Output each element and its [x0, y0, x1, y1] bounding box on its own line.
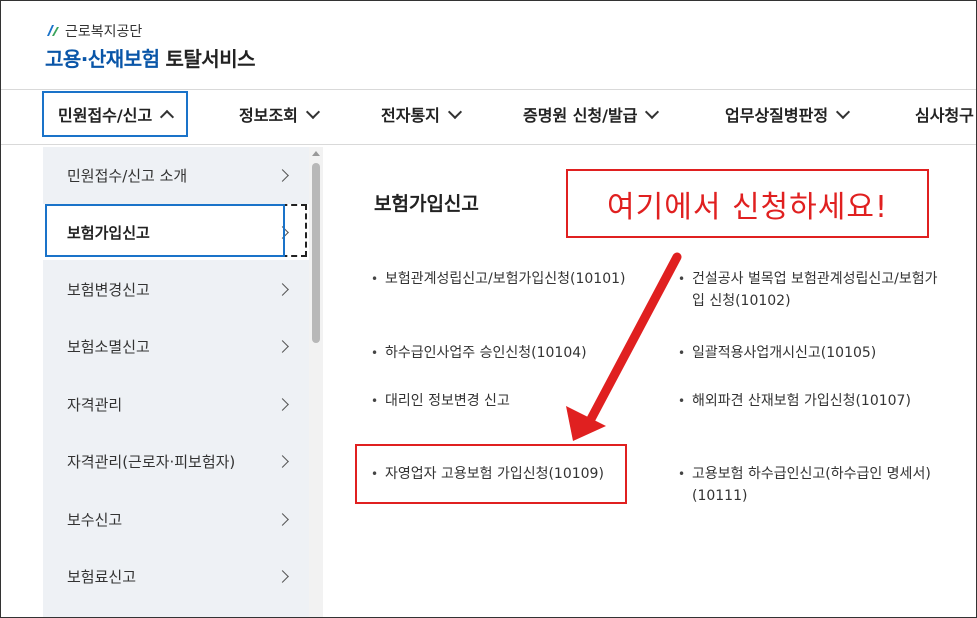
service-tail: 토탈서비스 — [165, 47, 256, 71]
sidebar-item-wage-report[interactable]: 보수신고 — [43, 491, 309, 547]
sidebar-item-label: 보험변경신고 — [67, 280, 150, 299]
link-label: 건설공사 벌목업 보험관계성립신고/보험가 — [692, 271, 938, 287]
nav-item-label: 전자통지 — [381, 106, 440, 125]
nav-item-label: 심사청구 — [915, 106, 974, 125]
chevron-down-icon — [305, 104, 320, 119]
nav-item-civil-petition[interactable]: 민원접수/신고 — [42, 91, 189, 137]
page-frame: 근로복지공단 고용·산재보험 토탈서비스 민원접수/신고 정보조회 전자통지 증명… — [0, 0, 977, 618]
nav-item-label: 민원접수/신고 — [58, 106, 153, 125]
sidebar-item-qualification[interactable]: 자격관리 — [43, 376, 309, 432]
chevron-down-icon — [447, 104, 462, 119]
sidebar-scrollbar[interactable] — [309, 147, 323, 617]
nav-item-e-notice[interactable]: 전자통지 — [381, 91, 462, 137]
link-label-cont: 입 신청(10102) — [692, 293, 791, 309]
nav-item-label: 증명원 신청/발급 — [523, 106, 638, 125]
nav-item-review-request[interactable]: 심사청구 — [915, 91, 974, 137]
sidebar-item-insurance-change[interactable]: 보험변경신고 — [43, 261, 309, 317]
service-title[interactable]: 고용·산재보험 토탈서비스 — [45, 43, 255, 72]
scroll-thumb[interactable] — [312, 163, 320, 343]
chevron-right-icon — [276, 168, 289, 182]
scroll-up-icon[interactable] — [312, 151, 320, 156]
nav-item-info-lookup[interactable]: 정보조회 — [239, 91, 320, 137]
chevron-right-icon — [276, 454, 289, 468]
nav-item-certificate[interactable]: 증명원 신청/발급 — [523, 91, 660, 137]
link-batch-business-start[interactable]: 일괄적용사업개시신고(10105) — [678, 342, 876, 364]
link-insurance-establish[interactable]: 보험관계성립신고/보험가입신청(10101) — [371, 268, 626, 290]
chevron-right-icon — [276, 569, 289, 583]
sidebar-item-label: 보험소멸신고 — [67, 337, 150, 356]
annotation-callout: 여기에서 신청하세요! — [566, 169, 929, 238]
link-overseas-dispatch[interactable]: 해외파견 산재보험 가입신청(10107) — [678, 390, 911, 412]
chevron-up-icon — [160, 109, 175, 124]
link-label: 해외파견 산재보험 가입신청(10107) — [692, 393, 911, 409]
link-agent-info-change[interactable]: 대리인 정보변경 신고 — [371, 390, 510, 412]
link-label: 고용보험 하수급인신고(하수급인 명세서) — [692, 466, 931, 482]
link-label-cont: (10111) — [692, 488, 748, 504]
sidebar-item-label: 자격관리 — [67, 395, 123, 414]
sidebar-item-qualification-worker[interactable]: 자격관리(근로자·피보험자) — [43, 433, 309, 489]
nav-item-label: 업무상질병판정 — [725, 106, 829, 125]
chevron-right-icon — [276, 339, 289, 353]
service-brand: 고용·산재보험 — [45, 47, 160, 71]
chevron-right-icon — [276, 512, 289, 526]
comwel-logo-icon — [47, 25, 59, 36]
chevron-down-icon — [645, 104, 660, 119]
link-label: 일괄적용사업개시신고(10105) — [692, 345, 877, 361]
section-title: 보험가입신고 — [374, 193, 479, 215]
org-logo-link[interactable]: 근로복지공단 — [45, 21, 142, 41]
nav-item-disease-judgment[interactable]: 업무상질병판정 — [725, 91, 851, 137]
annotation-highlight-box — [355, 444, 627, 504]
site-header: 근로복지공단 고용·산재보험 토탈서비스 — [1, 1, 976, 89]
link-label: 보험관계성립신고/보험가입신청(10101) — [385, 271, 626, 287]
link-construction-establish[interactable]: 건설공사 벌목업 보험관계성립신고/보험가 입 신청(10102) — [678, 268, 968, 312]
link-label: 대리인 정보변경 신고 — [385, 393, 510, 409]
sidebar-item-label: 민원접수/신고 소개 — [67, 166, 188, 185]
org-name: 근로복지공단 — [65, 24, 143, 40]
sidebar-item-premium-report[interactable]: 보험료신고 — [43, 548, 309, 604]
main-nav: 민원접수/신고 정보조회 전자통지 증명원 신청/발급 업무상질병판정 심사청구 — [1, 89, 976, 145]
chevron-right-icon — [276, 282, 289, 296]
sidebar-item-label: 자격관리(근로자·피보험자) — [67, 452, 236, 471]
sidebar-item-label: 보험료신고 — [67, 567, 137, 586]
sidebar-item-label: 보수신고 — [67, 510, 123, 529]
nav-item-label: 정보조회 — [239, 106, 298, 125]
link-subcontractor-approval[interactable]: 하수급인사업주 승인신청(10104) — [371, 342, 587, 364]
sidebar-item-insurance-termination[interactable]: 보험소멸신고 — [43, 318, 309, 374]
chevron-right-icon — [276, 397, 289, 411]
sidebar-item-intro[interactable]: 민원접수/신고 소개 — [43, 147, 309, 203]
selected-item-outline — [45, 204, 285, 257]
chevron-down-icon — [835, 104, 851, 119]
link-label: 하수급인사업주 승인신청(10104) — [385, 345, 587, 361]
link-subcontractor-report[interactable]: 고용보험 하수급인신고(하수급인 명세서) (10111) — [678, 463, 968, 507]
